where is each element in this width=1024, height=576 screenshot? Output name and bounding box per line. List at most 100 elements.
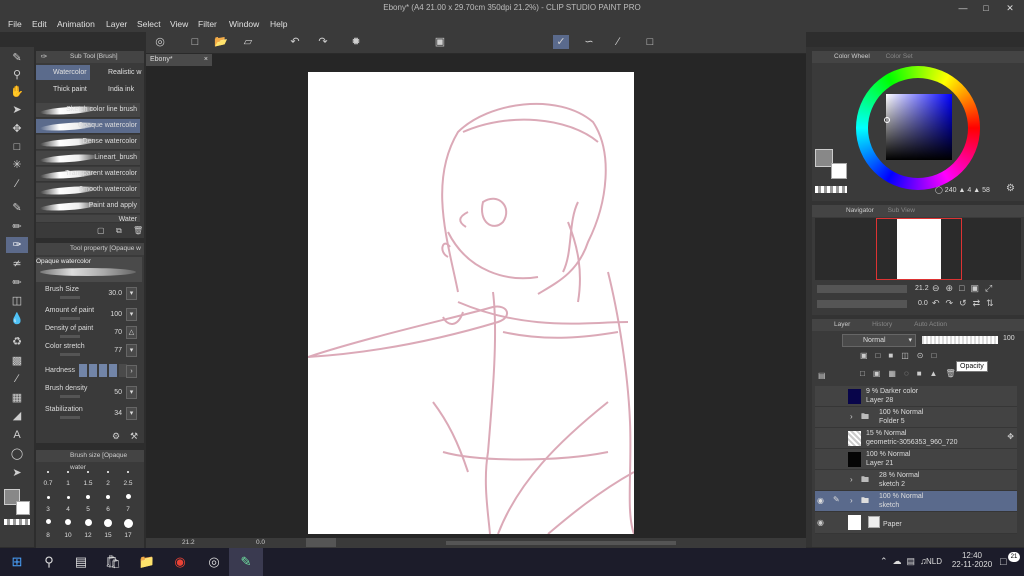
layer-row[interactable]: 100 % Normal Layer 21 [815, 449, 1017, 470]
eye-icon[interactable]: ◉ [817, 496, 824, 505]
redo-icon[interactable]: ↷ [315, 35, 331, 49]
brush-item[interactable]: Transparent watercolor [36, 167, 140, 182]
eyedropper-icon[interactable]: ∕ [6, 176, 28, 192]
correct-line-icon[interactable]: ➤ [6, 465, 28, 481]
brush-icon[interactable]: ✑ [6, 237, 28, 253]
windows-start-icon[interactable]: ⊞ [0, 548, 34, 576]
layer-row[interactable]: 9 % Darker color Layer 28 [815, 386, 1017, 407]
layer-row[interactable]: 15 % Normal geometric-3056353_960_720 ✥ [815, 428, 1017, 449]
zoom-slider[interactable] [817, 285, 907, 293]
chevron-icon[interactable]: ▾ [126, 407, 137, 420]
chrome-icon[interactable]: ◉ [163, 548, 197, 576]
delete-subtool-icon[interactable]: 🗑 [133, 226, 143, 235]
tab-auto-action[interactable]: Auto Action [894, 321, 947, 328]
help-icon[interactable]: □ [642, 35, 658, 49]
clear-icon[interactable]: ✹ [348, 35, 364, 49]
copy-subtool-icon[interactable]: ⧉ [116, 226, 122, 236]
brush-item[interactable]: Opaque watercolor [36, 119, 140, 134]
pen-tool-icon[interactable]: ✎ [6, 200, 28, 216]
brush-item[interactable]: Dense watercolor [36, 135, 140, 150]
menu-file[interactable]: File [8, 19, 22, 29]
hardness-property[interactable]: Hardness › [36, 363, 140, 381]
clip-studio-icon[interactable]: ◎ [152, 35, 168, 49]
tab-history[interactable]: History [852, 321, 892, 328]
layer-row[interactable]: › 🖿 28 % Normal sketch 2 [815, 470, 1017, 491]
amount-of-paint-property[interactable]: Amount of paint 100 ▾ [36, 306, 140, 324]
size-preset[interactable] [118, 519, 138, 532]
gradient-icon[interactable]: ▩ [6, 353, 28, 369]
fill-icon[interactable]: ♻ [6, 334, 28, 350]
task-view-icon[interactable]: ▤ [64, 548, 98, 576]
opacity-slider[interactable] [922, 336, 998, 344]
layer-list-icon[interactable]: ▤ [818, 371, 826, 380]
tab-sub-view[interactable]: Sub View [876, 207, 915, 214]
brush-item[interactable]: Paint and apply [36, 199, 140, 214]
text-icon[interactable]: A [6, 427, 28, 443]
expand-icon[interactable]: › [850, 496, 853, 505]
size-preset[interactable] [38, 519, 58, 532]
minimize-icon[interactable]: — [955, 2, 971, 14]
stabilization-property[interactable]: Stabilization 34 ▾ [36, 405, 140, 423]
eraser-icon[interactable]: ◫ [6, 293, 28, 309]
snap-ruler-icon[interactable]: ✓ [553, 35, 569, 49]
layer-row[interactable]: ◉ Paper [815, 512, 1017, 534]
ruler-icon[interactable]: ◢ [6, 408, 28, 424]
zoom-buttons[interactable]: ⊖⊕□▣⤢ [932, 283, 998, 294]
menu-filter[interactable]: Filter [198, 19, 217, 29]
tab-thick-paint[interactable]: Thick paint [36, 82, 90, 97]
transparent-swatch[interactable] [815, 186, 847, 193]
brush-item[interactable]: Lineart_brush [36, 151, 140, 166]
sub-color-swatch[interactable] [831, 163, 847, 179]
open-file-icon[interactable]: 📂 [213, 35, 229, 49]
decoration-icon[interactable]: ✏ [6, 275, 28, 291]
size-preset[interactable] [58, 519, 78, 532]
search-icon[interactable]: ⚲ [32, 548, 66, 576]
size-preset[interactable] [98, 519, 118, 532]
chevron-icon[interactable]: ▾ [126, 386, 137, 399]
tab-color-wheel[interactable]: Color Wheel [812, 53, 870, 60]
snap-special-ruler-icon[interactable]: ∽ [581, 35, 597, 49]
canvas-paper[interactable] [307, 72, 635, 535]
maximize-icon[interactable]: □ [978, 2, 994, 14]
color-settings-icon[interactable]: ⚙ [1006, 183, 1015, 194]
figure-icon[interactable]: ∕ [6, 371, 28, 387]
saturation-value-square[interactable] [886, 94, 952, 160]
tab-realistic[interactable]: Realistic w [91, 65, 144, 80]
pen-icon[interactable]: ✎ [6, 50, 28, 66]
new-file-icon[interactable]: □ [187, 35, 203, 49]
object-icon[interactable]: ➤ [6, 102, 28, 118]
frame-border-icon[interactable]: ▦ [6, 390, 28, 406]
chevron-icon[interactable]: ▾ [126, 287, 137, 300]
chevron-icon[interactable]: ▾ [126, 344, 137, 357]
language-indicator[interactable]: NLD [926, 557, 942, 566]
brush-item[interactable]: Water [36, 215, 140, 223]
blend-mode-select[interactable]: Normal ▾ [842, 334, 916, 347]
chevron-icon[interactable]: ▾ [126, 308, 137, 321]
menu-select[interactable]: Select [137, 19, 161, 29]
balloon-icon[interactable]: ◯ [6, 446, 28, 462]
blend-icon[interactable]: 💧 [6, 311, 28, 327]
menu-window[interactable]: Window [229, 19, 259, 29]
horizontal-scrollbar[interactable] [446, 541, 676, 545]
document-tab[interactable]: Ebony* × [146, 54, 212, 66]
selection-icon[interactable]: □ [6, 139, 28, 155]
tray-icons[interactable]: ⌃☁▤♫ [880, 556, 932, 567]
rotate-buttons[interactable]: ↶↷↺⇄⇅ [932, 298, 1000, 309]
tab-color-set[interactable]: Color Set [872, 53, 913, 60]
magic-wand-icon[interactable]: ✳ [6, 157, 28, 173]
menu-help[interactable]: Help [270, 19, 287, 29]
file-explorer-icon[interactable]: 📁 [130, 548, 164, 576]
layer-toolbar-top[interactable]: ▣□■◫⊙□ [860, 351, 944, 360]
close-icon[interactable]: ✕ [1002, 2, 1018, 14]
color-picker-cursor[interactable] [884, 117, 890, 123]
snap-grid-icon[interactable]: ∕ [610, 35, 626, 49]
rotate-slider[interactable] [817, 300, 907, 308]
eye-icon[interactable]: ◉ [817, 518, 824, 527]
clip-studio-paint-icon[interactable]: ✎ [229, 548, 263, 576]
density-of-paint-property[interactable]: Density of paint 70 △ [36, 324, 140, 342]
menu-layer[interactable]: Layer [106, 19, 127, 29]
notification-icon[interactable]: □ [1000, 556, 1007, 568]
brush-size-property[interactable]: Brush Size 30.0 ▾ [36, 285, 140, 303]
layer-toolbar-bottom[interactable]: □▣▦◌■▲🗑 [860, 369, 964, 378]
close-tab-icon[interactable]: × [204, 54, 208, 66]
